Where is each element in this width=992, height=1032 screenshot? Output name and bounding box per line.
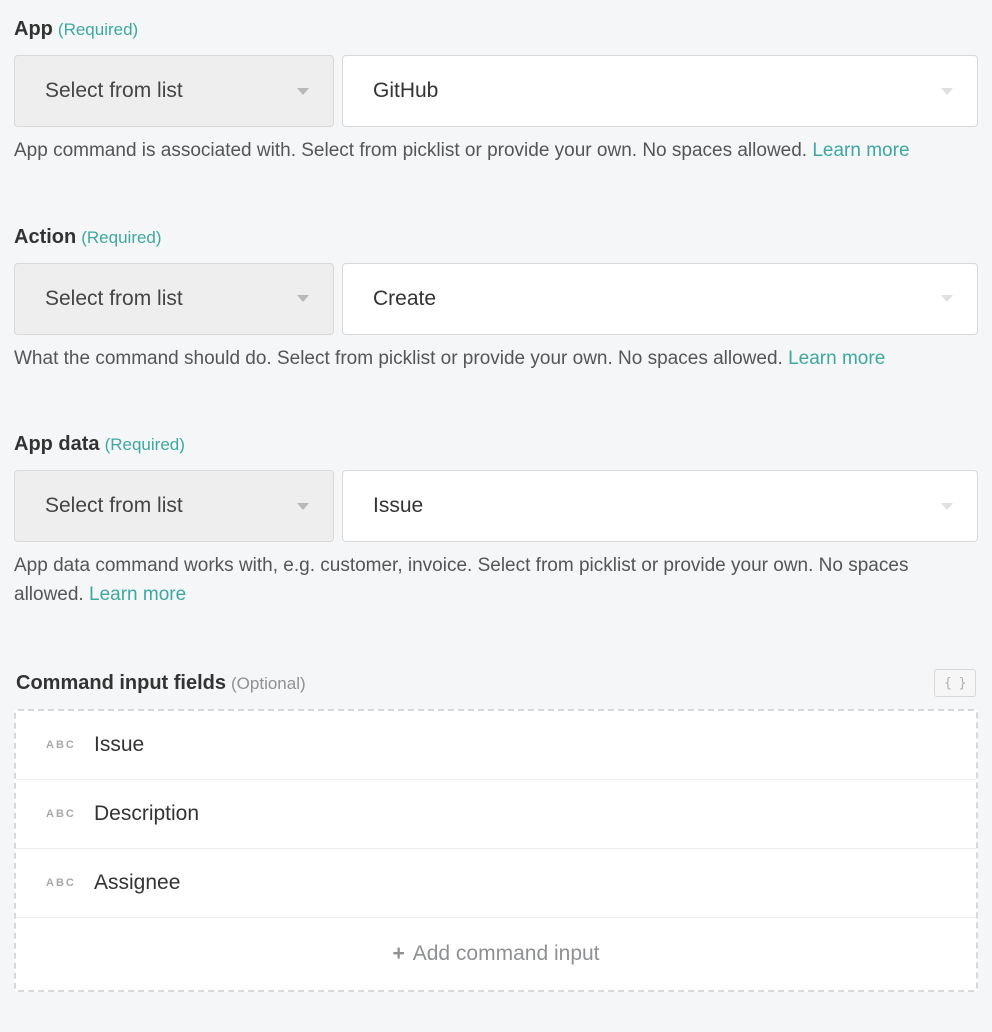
action-select-mode-dropdown[interactable]: Select from list — [14, 263, 334, 335]
caret-down-icon — [297, 503, 309, 510]
command-inputs-header: Command input fields (Optional) { } — [14, 669, 978, 697]
command-inputs-optional-badge: (Optional) — [231, 674, 306, 693]
app-data-select-mode-label: Select from list — [45, 494, 183, 518]
caret-down-icon — [297, 295, 309, 302]
add-command-input-button[interactable]: + Add command input — [16, 918, 976, 990]
action-learn-more-link[interactable]: Learn more — [788, 348, 885, 369]
app-data-help-text: App data command works with, e.g. custom… — [14, 552, 978, 609]
app-data-label-row: App data (Required) — [14, 433, 978, 456]
action-label-row: Action (Required) — [14, 226, 978, 249]
app-input-row: Select from list GitHub — [14, 55, 978, 127]
command-inputs-label: Command input fields — [16, 672, 226, 694]
caret-down-icon — [941, 88, 953, 95]
caret-down-icon — [941, 503, 953, 510]
action-select-mode-label: Select from list — [45, 287, 183, 311]
app-select-mode-dropdown[interactable]: Select from list — [14, 55, 334, 127]
action-input-row: Select from list Create — [14, 263, 978, 335]
app-data-value-text: Issue — [373, 494, 423, 518]
input-field-name: Description — [94, 802, 199, 826]
app-select-mode-label: Select from list — [45, 79, 183, 103]
code-toggle-button[interactable]: { } — [934, 669, 976, 697]
action-help-text: What the command should do. Select from … — [14, 345, 978, 374]
list-item[interactable]: ABC Assignee — [16, 849, 976, 918]
app-data-input-row: Select from list Issue — [14, 470, 978, 542]
app-label-row: App (Required) — [14, 18, 978, 41]
type-abc-icon: ABC — [46, 808, 94, 820]
field-action: Action (Required) Select from list Creat… — [14, 226, 978, 374]
action-label: Action — [14, 226, 76, 248]
app-data-value-dropdown[interactable]: Issue — [342, 470, 978, 542]
app-data-select-mode-dropdown[interactable]: Select from list — [14, 470, 334, 542]
field-command-inputs: Command input fields (Optional) { } ABC … — [14, 669, 978, 992]
app-label: App — [14, 18, 53, 40]
field-app-data: App data (Required) Select from list Iss… — [14, 433, 978, 609]
action-value-dropdown[interactable]: Create — [342, 263, 978, 335]
input-field-name: Issue — [94, 733, 144, 757]
command-inputs-box: ABC Issue ABC Description ABC Assignee +… — [14, 709, 978, 992]
action-help-body: What the command should do. Select from … — [14, 348, 788, 369]
action-required-badge: (Required) — [81, 228, 161, 247]
list-item[interactable]: ABC Description — [16, 780, 976, 849]
app-data-required-badge: (Required) — [105, 435, 185, 454]
app-value-dropdown[interactable]: GitHub — [342, 55, 978, 127]
field-app: App (Required) Select from list GitHub A… — [14, 18, 978, 166]
action-value-text: Create — [373, 287, 436, 311]
type-abc-icon: ABC — [46, 877, 94, 889]
type-abc-icon: ABC — [46, 739, 94, 751]
app-help-text: App command is associated with. Select f… — [14, 137, 978, 166]
app-learn-more-link[interactable]: Learn more — [812, 140, 909, 161]
add-command-input-label: Add command input — [413, 942, 600, 966]
app-help-body: App command is associated with. Select f… — [14, 140, 812, 161]
input-field-name: Assignee — [94, 871, 180, 895]
app-data-learn-more-link[interactable]: Learn more — [89, 584, 186, 605]
caret-down-icon — [941, 295, 953, 302]
app-data-label: App data — [14, 433, 100, 455]
plus-icon: + — [392, 942, 404, 966]
app-value-text: GitHub — [373, 79, 438, 103]
list-item[interactable]: ABC Issue — [16, 711, 976, 780]
code-braces-icon: { } — [944, 676, 966, 691]
caret-down-icon — [297, 88, 309, 95]
app-required-badge: (Required) — [58, 20, 138, 39]
command-inputs-label-wrap: Command input fields (Optional) — [16, 672, 306, 695]
